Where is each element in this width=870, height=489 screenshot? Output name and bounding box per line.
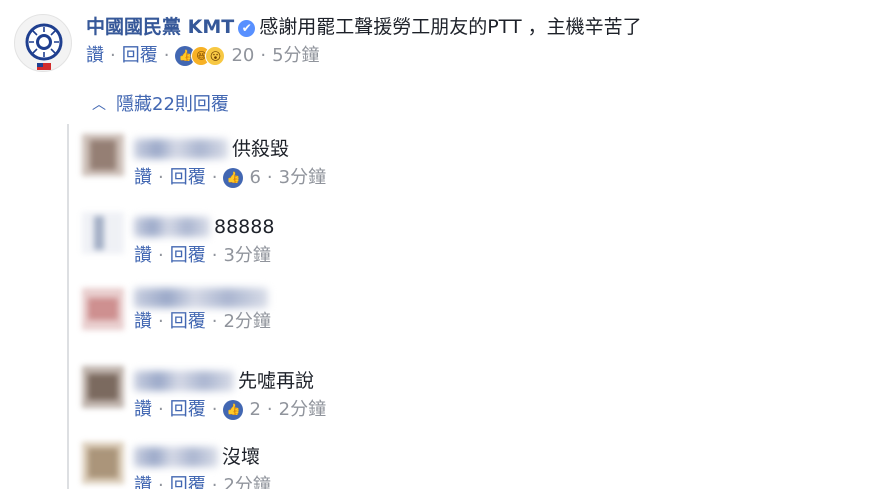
reply-link[interactable]: 回覆 — [122, 42, 158, 70]
kmt-emblem-icon — [25, 23, 63, 70]
reply-text: 供殺毀 — [232, 138, 290, 160]
separator-dot: · — [158, 311, 164, 332]
like-link[interactable]: 讚 — [134, 308, 152, 336]
chevron-up-icon: ︿ — [92, 97, 106, 113]
separator-dot: · — [266, 399, 273, 420]
reply-text: 88888 — [214, 216, 275, 238]
reply-timestamp[interactable]: 3分鐘 — [223, 242, 270, 270]
reply-actions: 讚 · 回覆 · 👍 6 · 3分鐘 — [134, 164, 326, 192]
separator-dot: · — [211, 245, 218, 266]
reply-author-name[interactable] — [134, 447, 218, 467]
reply-author-name[interactable] — [134, 288, 268, 308]
reply-author-name[interactable] — [134, 371, 234, 391]
reply-body: 讚 · 回覆 · 2分鐘 — [134, 288, 272, 336]
reply-timestamp[interactable]: 3分鐘 — [279, 164, 326, 192]
like-link[interactable]: 讚 — [86, 42, 104, 70]
reply-timestamp[interactable]: 2分鐘 — [223, 472, 270, 489]
separator-dot: · — [211, 475, 218, 489]
author-name[interactable]: 中國國民黨 KMT — [86, 16, 234, 38]
separator-dot: · — [163, 45, 170, 66]
thread-line — [67, 124, 69, 489]
separator-dot: · — [158, 399, 164, 420]
separator-dot: · — [211, 167, 218, 188]
hide-replies-toggle[interactable]: ︿ 隱藏22則回覆 — [92, 92, 229, 119]
like-link[interactable]: 讚 — [134, 396, 152, 424]
reply-actions: 讚 · 回覆 · 3分鐘 — [134, 242, 274, 270]
reply-author-name[interactable] — [134, 217, 210, 237]
separator-dot: · — [110, 45, 116, 66]
reply-body: 88888 讚 · 回覆 · 3分鐘 — [134, 212, 274, 270]
comment-actions: 讚 · 回覆 · 👍 😆 😮 20 · 5分鐘 — [86, 42, 856, 70]
like-link[interactable]: 讚 — [134, 164, 152, 192]
reply-actions: 讚 · 回覆 · 2分鐘 — [134, 472, 271, 489]
reply-link[interactable]: 回覆 — [170, 308, 206, 336]
reply-avatar[interactable] — [82, 134, 124, 176]
reaction-count[interactable]: 6 — [249, 164, 260, 192]
verified-badge-icon: ✔ — [238, 20, 256, 37]
reply-actions: 讚 · 回覆 · 👍 2 · 2分鐘 — [134, 396, 326, 424]
hide-replies-label: 隱藏22則回覆 — [116, 94, 229, 115]
reply-content: 沒壞 — [134, 442, 271, 472]
reply-avatar[interactable] — [82, 212, 124, 254]
reply-content: 88888 — [134, 212, 274, 242]
separator-dot: · — [158, 475, 164, 489]
separator-dot: · — [211, 311, 218, 332]
kmt-avatar[interactable] — [14, 14, 72, 72]
reply-body: 沒壞 讚 · 回覆 · 2分鐘 — [134, 442, 271, 489]
reply-author-name[interactable] — [134, 139, 228, 159]
reply-link[interactable]: 回覆 — [170, 242, 206, 270]
comment-header: 中國國民黨 KMT ✔ 感謝用罷工聲援勞工朋友的PTT ，主機辛苦了 — [86, 12, 856, 42]
separator-dot: · — [211, 399, 218, 420]
reply-text: 先噓再說 — [238, 370, 315, 392]
reply-body: 先噓再說 讚 · 回覆 · 👍 2 · 2分鐘 — [134, 366, 326, 424]
reply-timestamp[interactable]: 2分鐘 — [279, 396, 326, 424]
main-comment: 中國國民黨 KMT ✔ 感謝用罷工聲援勞工朋友的PTT ，主機辛苦了 讚 · 回覆 … — [86, 12, 856, 70]
reply-link[interactable]: 回覆 — [170, 396, 206, 424]
like-reaction-icon[interactable]: 👍 — [223, 168, 244, 188]
reply-content: 先噓再說 — [134, 366, 326, 396]
reply-link[interactable]: 回覆 — [170, 472, 206, 489]
like-link[interactable]: 讚 — [134, 472, 152, 489]
like-link[interactable]: 讚 — [134, 242, 152, 270]
reply-avatar[interactable] — [82, 288, 124, 330]
reply-link[interactable]: 回覆 — [170, 164, 206, 192]
reply-avatar[interactable] — [82, 442, 124, 484]
reaction-count[interactable]: 2 — [249, 396, 260, 424]
reply-content — [134, 288, 272, 308]
like-reaction-icon[interactable]: 👍 — [223, 400, 244, 420]
reply-actions: 讚 · 回覆 · 2分鐘 — [134, 308, 272, 336]
reply-text: 沒壞 — [222, 446, 261, 468]
reply-body: 供殺毀 讚 · 回覆 · 👍 6 · 3分鐘 — [134, 134, 326, 192]
separator-dot: · — [260, 45, 267, 66]
wow-reaction-icon[interactable]: 😮 — [205, 46, 226, 66]
comment-timestamp[interactable]: 5分鐘 — [272, 42, 319, 70]
reaction-count[interactable]: 20 — [231, 42, 254, 70]
separator-dot: · — [266, 167, 273, 188]
separator-dot: · — [158, 167, 164, 188]
reply-content: 供殺毀 — [134, 134, 326, 164]
comment-text: 感謝用罷工聲援勞工朋友的PTT ，主機辛苦了 — [259, 16, 642, 38]
separator-dot: · — [158, 245, 164, 266]
comment-thread: 中國國民黨 KMT ✔ 感謝用罷工聲援勞工朋友的PTT ，主機辛苦了 讚 · 回覆 … — [0, 0, 870, 489]
reply-avatar[interactable] — [82, 366, 124, 408]
reply-timestamp[interactable]: 2分鐘 — [223, 308, 270, 336]
